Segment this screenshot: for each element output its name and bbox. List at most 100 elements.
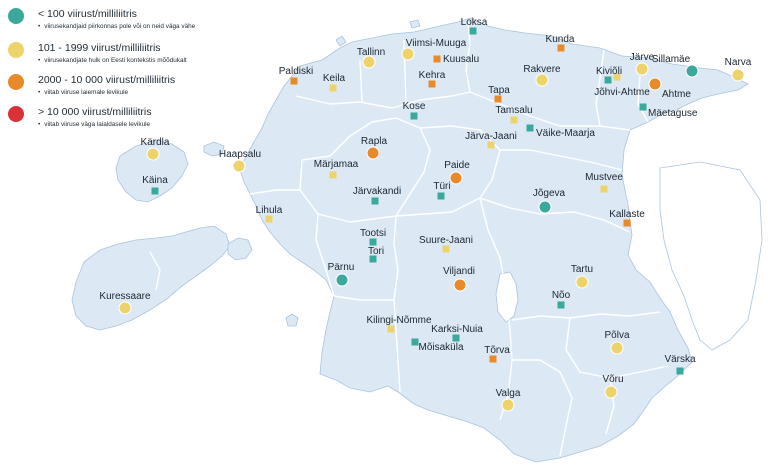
city-marker-rapla <box>366 146 380 160</box>
city-marker-tõrva <box>489 355 497 363</box>
city-label-väike-maarja: Väike-Maarja <box>536 128 595 139</box>
city-marker-tapa <box>494 95 502 103</box>
city-marker-käina <box>151 187 159 195</box>
city-label-käina: Käina <box>142 175 168 186</box>
city-label-paide: Paide <box>444 160 470 171</box>
city-label-türi: Türi <box>433 181 450 192</box>
city-label-tori: Tori <box>368 246 384 257</box>
legend: < 100 viirust/milliliitris viirusekandja… <box>0 0 198 132</box>
city-label-pärnu: Pärnu <box>328 262 355 273</box>
city-marker-viljandi <box>453 278 467 292</box>
lake-peipus <box>659 161 763 351</box>
legend-note: viirusekandjaid piirkonnas pole või on n… <box>38 23 198 31</box>
city-label-kuressaare: Kuressaare <box>99 291 151 302</box>
city-label-lihula: Lihula <box>256 205 283 216</box>
city-marker-viimsi-muuga <box>401 47 415 61</box>
city-marker-haapsalu <box>232 159 246 173</box>
city-marker-valga <box>501 398 515 412</box>
legend-dot-orange <box>8 74 24 90</box>
city-marker-türi <box>437 192 445 200</box>
city-label-rapla: Rapla <box>361 136 388 147</box>
city-marker-järvakandi <box>371 197 379 205</box>
city-label-kärdla: Kärdla <box>141 137 170 148</box>
city-marker-jõhvi-ahtme <box>604 76 612 84</box>
city-marker-kilingi-nõmme <box>387 325 395 333</box>
legend-dot-yellow <box>8 42 24 58</box>
legend-title: < 100 viirust/milliliitris <box>38 8 137 20</box>
city-marker-tamsalu <box>510 116 518 124</box>
city-label-haapsalu: Haapsalu <box>219 149 261 160</box>
city-marker-rakvere <box>535 73 549 87</box>
city-marker-ahtme <box>648 77 662 91</box>
city-marker-värska <box>676 367 684 375</box>
city-label-keila: Keila <box>323 73 346 84</box>
city-marker-narva <box>731 68 745 82</box>
city-marker-mustvee <box>600 185 608 193</box>
muhu-island <box>227 237 253 261</box>
city-label-põlva: Põlva <box>604 330 629 341</box>
city-label-jõhvi-ahtme: Jõhvi-Ahtme <box>594 87 650 98</box>
city-marker-kuusalu <box>433 55 441 63</box>
city-marker-järve <box>635 62 649 76</box>
legend-dot-red <box>8 106 24 122</box>
city-label-mäetaguse: Mäetaguse <box>648 108 698 119</box>
city-label-suure-jaani: Suure-Jaani <box>419 235 473 246</box>
city-label-märjamaa: Märjamaa <box>314 159 359 170</box>
legend-note: viitab viiruse väga laialdasele levikule <box>38 121 198 129</box>
city-marker-sillamäe <box>685 64 699 78</box>
city-label-sillamäe: Sillamäe <box>652 54 691 65</box>
city-marker-keila <box>329 84 337 92</box>
city-marker-pärnu <box>335 273 349 287</box>
city-marker-põlva <box>610 341 624 355</box>
city-label-jõgeva: Jõgeva <box>533 188 566 199</box>
city-marker-väike-maarja <box>526 124 534 132</box>
city-marker-nõo <box>557 301 565 309</box>
legend-note: viitab viiruse laiemale levikule <box>38 89 198 97</box>
city-label-ahtme: Ahtme <box>662 89 691 100</box>
city-label-tamsalu: Tamsalu <box>495 105 532 116</box>
city-marker-paide <box>449 171 463 185</box>
city-label-tootsi: Tootsi <box>360 228 386 239</box>
city-label-kiviõli: Kiviõli <box>596 66 622 77</box>
city-marker-järva-jaani <box>487 141 495 149</box>
city-label-kose: Kose <box>403 101 426 112</box>
city-label-kallaste: Kallaste <box>609 209 645 220</box>
city-label-nõo: Nõo <box>552 290 571 301</box>
city-marker-võru <box>604 385 618 399</box>
city-marker-märjamaa <box>329 171 337 179</box>
city-marker-kehra <box>428 80 436 88</box>
city-label-tallinn: Tallinn <box>357 47 385 58</box>
city-label-tartu: Tartu <box>571 264 593 275</box>
city-label-kehra: Kehra <box>419 70 446 81</box>
city-marker-loksa <box>469 27 477 35</box>
city-marker-kuressaare <box>118 301 132 315</box>
legend-title: 2000 - 10 000 viirust/milliliitris <box>38 74 176 86</box>
city-marker-tartu <box>575 275 589 289</box>
legend-title: 101 - 1999 viirust/milliliitris <box>38 42 161 54</box>
city-marker-kunda <box>557 44 565 52</box>
city-label-paldiski: Paldiski <box>279 66 313 77</box>
city-label-loksa: Loksa <box>461 17 488 28</box>
kihnu-island <box>285 313 299 327</box>
city-marker-paldiski <box>290 77 298 85</box>
city-label-võru: Võru <box>602 374 623 385</box>
city-label-narva: Narva <box>725 57 752 68</box>
city-marker-lihula <box>265 215 273 223</box>
city-label-kunda: Kunda <box>546 34 575 45</box>
map-stage: Loksa Kunda Tallinn Viimsi-Muuga Kuusalu Pald… <box>0 0 768 469</box>
city-label-valga: Valga <box>496 388 521 399</box>
city-marker-kärdla <box>146 147 160 161</box>
legend-note: viirusekandjate hulk on Eesti kontekstis… <box>38 57 198 65</box>
city-label-tapa: Tapa <box>488 85 510 96</box>
city-marker-jõgeva <box>538 200 552 214</box>
legend-title: > 10 000 viirust/milliliitris <box>38 106 152 118</box>
city-label-kilingi-nõmme: Kilingi-Nõmme <box>366 315 431 326</box>
city-label-karksi-nuia: Karksi-Nuia <box>431 324 483 335</box>
city-marker-kose <box>410 112 418 120</box>
city-marker-mõisaküla <box>411 338 419 346</box>
city-label-mustvee: Mustvee <box>585 172 623 183</box>
city-marker-kallaste <box>623 219 631 227</box>
saaremaa-island <box>71 225 231 331</box>
city-marker-mäetaguse <box>639 103 647 111</box>
city-marker-karksi-nuia <box>452 334 460 342</box>
